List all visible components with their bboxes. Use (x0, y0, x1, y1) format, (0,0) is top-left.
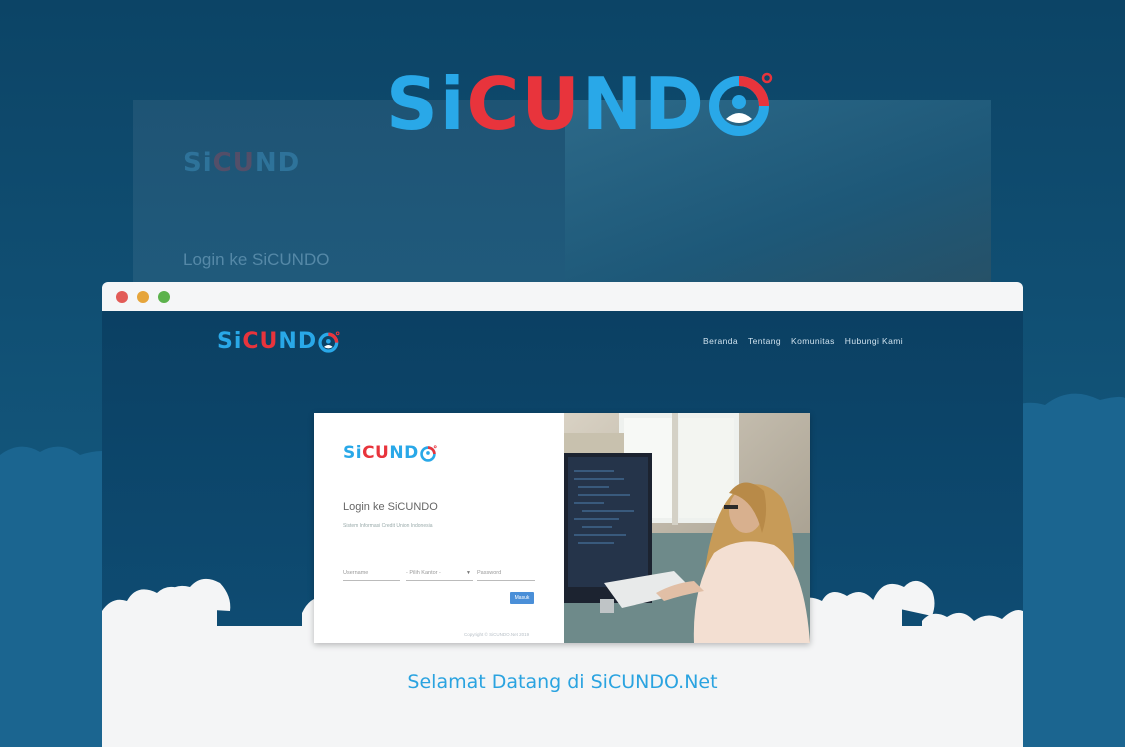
login-subtitle: Sistem Informasi Credit Union Indonesia (343, 523, 433, 529)
sicundo-logo: Si CU ND (386, 64, 774, 144)
username-input[interactable]: Username (343, 569, 400, 581)
login-logo: Si CU ND (343, 443, 437, 463)
login-form-panel: Si CU ND Login ke SiCUNDO Sistem Informasi… (314, 413, 564, 643)
login-card: Si CU ND Login ke SiCUNDO Sistem Informasi… (314, 413, 810, 643)
background-login-title: Login ke SiCUNDO (183, 250, 330, 269)
login-title: Login ke SiCUNDO (343, 501, 438, 513)
login-photo (564, 413, 810, 643)
office-select[interactable]: - Pilih Kantor - ▼ (406, 569, 473, 581)
welcome-heading: Selamat Datang di SiCUNDO.Net (407, 671, 718, 693)
website-page: Si CU ND Beranda Tentang Komunitas Hubungi… (102, 311, 1023, 747)
password-input[interactable]: Password (477, 569, 535, 581)
close-dot-icon[interactable] (116, 291, 128, 303)
minimize-dot-icon[interactable] (137, 291, 149, 303)
woman-at-computer-image (564, 413, 810, 643)
person-o-icon (419, 444, 437, 462)
maximize-dot-icon[interactable] (158, 291, 170, 303)
window-titlebar (102, 282, 1023, 312)
masuk-button[interactable]: Masuk (510, 592, 534, 604)
copyright-text: Copyright © SiCUNDO.Net 2019 (464, 632, 530, 637)
background-logo: SiCUND (183, 148, 301, 178)
browser-window: Si CU ND Beranda Tentang Komunitas Hubungi… (102, 282, 1023, 747)
dropdown-arrow-icon: ▼ (466, 570, 471, 576)
person-o-icon (708, 72, 773, 136)
